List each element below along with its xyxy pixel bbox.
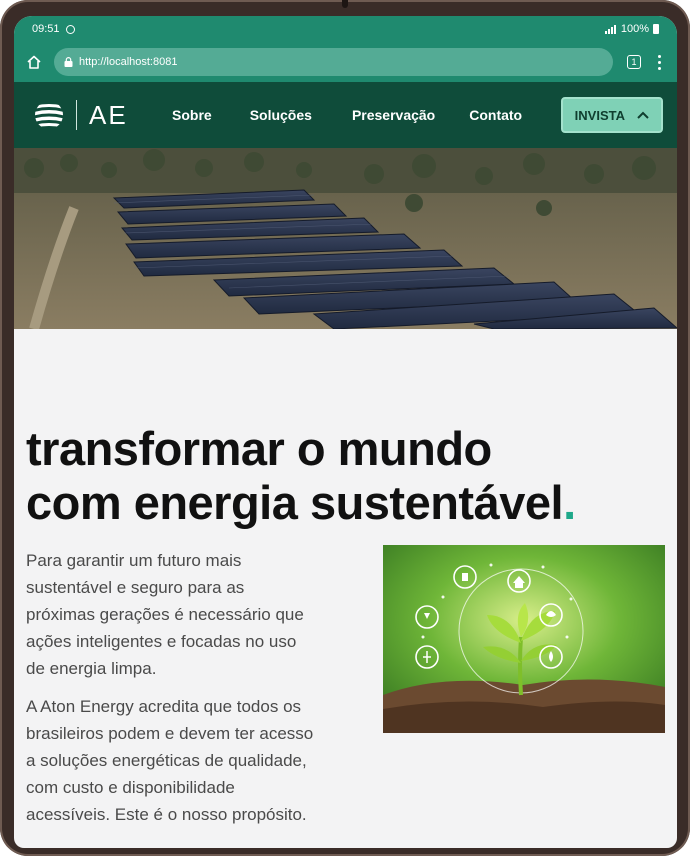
nav-link-solucoes[interactable]: Soluções (250, 107, 312, 123)
logo-divider (76, 100, 77, 130)
invest-button[interactable]: INVISTA (560, 97, 663, 133)
notification-icon (65, 24, 75, 34)
menu-icon[interactable] (651, 52, 667, 72)
globe-logo-icon (35, 104, 63, 128)
headline-line-1: transformar o mundo (26, 422, 492, 475)
site-logo[interactable]: AE (34, 100, 144, 131)
battery-icon (653, 24, 659, 34)
lock-icon (64, 57, 73, 67)
invest-label: INVISTA (574, 107, 625, 123)
tabs-icon[interactable]: 1 (627, 55, 641, 69)
chevron-up-icon (637, 111, 649, 119)
page-headline: transformar o mundo com energia sustentá… (26, 422, 576, 530)
nav-links: Sobre Soluções Preservação Contato (144, 107, 522, 123)
status-bar: 09:51 100% (14, 16, 677, 42)
nav-link-sobre[interactable]: Sobre (172, 107, 212, 123)
nav-link-preservacao[interactable]: Preservação (352, 107, 435, 123)
url-bar[interactable]: http://localhost:8081 (54, 48, 613, 76)
home-icon[interactable] (24, 52, 44, 72)
sprout-energy-image (383, 545, 665, 733)
site-navbar: AE Sobre Soluções Preservação Contato IN… (14, 82, 677, 148)
nav-link-contato[interactable]: Contato (469, 107, 522, 123)
browser-toolbar: http://localhost:8081 1 (14, 42, 677, 82)
status-time: 09:51 (32, 23, 60, 35)
battery-level: 100% (620, 23, 649, 35)
screen: 09:51 100% http://localhost:8081 1 AE So… (14, 16, 677, 848)
paragraph-1: Para garantir um futuro mais sustentável… (26, 551, 304, 678)
url-text: http://localhost:8081 (79, 56, 178, 68)
paragraph-2: A Aton Energy acredita que todos os bras… (26, 697, 314, 824)
signal-icon (604, 24, 617, 34)
tab-count: 1 (631, 57, 637, 67)
headline-dot: . (563, 476, 576, 529)
logo-text: AE (89, 99, 128, 130)
hero-solar-image (14, 148, 677, 329)
headline-line-2: com energia sustentável (26, 476, 564, 529)
